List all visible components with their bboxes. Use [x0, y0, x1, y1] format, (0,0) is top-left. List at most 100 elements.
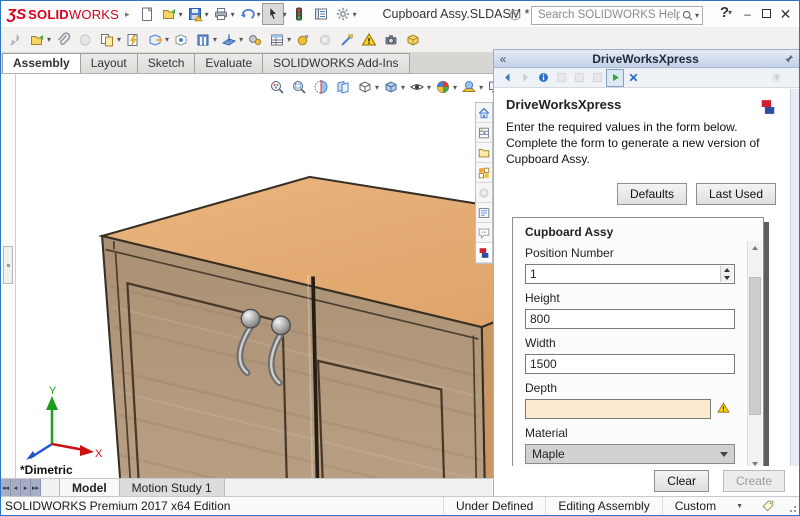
close-button[interactable]: ✕	[776, 6, 795, 23]
print-caret-icon[interactable]: ▾	[231, 10, 235, 19]
bill-of-materials-caret-icon[interactable]: ▾	[287, 35, 291, 44]
collapse-pane-icon[interactable]: «	[494, 52, 512, 66]
section-view-icon[interactable]	[310, 76, 332, 98]
taskpane-tab-view-palette[interactable]	[476, 163, 492, 183]
apply-scene-caret-icon[interactable]: ▾	[479, 83, 483, 92]
display-pane-icon[interactable]	[310, 3, 332, 25]
form-scrollbar[interactable]	[747, 241, 762, 466]
tab-solidworks-add-ins[interactable]: SOLIDWORKS Add-Ins	[262, 53, 409, 73]
last-used-button[interactable]: Last Used	[696, 183, 776, 205]
resize-grip[interactable]	[785, 497, 799, 515]
reference-geometry-icon[interactable]	[218, 29, 240, 51]
forward-icon[interactable]	[516, 69, 534, 87]
prev-tab-icon[interactable]: ◂	[11, 479, 21, 496]
spin-up-icon[interactable]	[721, 266, 733, 274]
hide-show-items-icon[interactable]	[406, 76, 428, 98]
field-input-position-number[interactable]: 1	[525, 264, 735, 284]
scroll-down-icon[interactable]	[748, 457, 762, 466]
mate-icon[interactable]	[52, 29, 74, 51]
tag-icon[interactable]	[761, 499, 775, 513]
defaults-button[interactable]: Defaults	[617, 183, 687, 205]
taskpane-tab-design-library[interactable]	[476, 123, 492, 143]
linear-component-pattern-caret-icon[interactable]: ▾	[117, 35, 121, 44]
edit-appearance-caret-icon[interactable]: ▾	[453, 83, 457, 92]
toolbar-flyout-icon[interactable]: ▸	[125, 9, 130, 20]
interference-detection-icon[interactable]	[358, 29, 380, 51]
bill-of-materials-icon[interactable]	[266, 29, 288, 51]
search-caret-icon[interactable]: ▾	[695, 11, 699, 20]
new-motion-study-icon[interactable]	[244, 29, 266, 51]
open-caret-icon[interactable]: ▾	[179, 10, 183, 19]
field-input-height[interactable]: 800	[525, 309, 735, 329]
featuremanager-collapsed-bar[interactable]	[1, 74, 16, 478]
field-select-material[interactable]: Maple	[525, 444, 735, 464]
bottom-tab-model[interactable]: Model	[59, 479, 120, 496]
view-orientation-caret-icon[interactable]: ▾	[375, 83, 379, 92]
explode-line-sketch-icon[interactable]	[336, 29, 358, 51]
options-caret-icon[interactable]: ▾	[353, 10, 357, 19]
pin-icon[interactable]	[779, 53, 799, 65]
select-caret-icon[interactable]: ▾	[283, 10, 287, 19]
help-search-box[interactable]: ▾	[531, 6, 703, 25]
edit-appearance-icon[interactable]	[432, 76, 454, 98]
rebuild-icon[interactable]	[288, 3, 310, 25]
view-orientation-icon[interactable]	[354, 76, 376, 98]
print-icon[interactable]	[210, 3, 232, 25]
tool-disabled-icon[interactable]	[314, 29, 336, 51]
insert-components-caret-icon[interactable]: ▾	[47, 35, 51, 44]
options-icon[interactable]	[332, 3, 354, 25]
smart-fasteners-icon[interactable]	[122, 29, 144, 51]
insert-components-icon[interactable]	[26, 29, 48, 51]
minimize-button[interactable]: –	[738, 7, 757, 21]
save-icon[interactable]	[184, 3, 206, 25]
taskpane-tab-home[interactable]	[476, 103, 492, 123]
information-icon[interactable]	[534, 69, 552, 87]
quick-tips-icon[interactable]: ?	[504, 4, 526, 26]
taskpane-tab-driveworksxpress[interactable]	[476, 243, 492, 263]
close-icon[interactable]	[624, 69, 642, 87]
tab-assembly[interactable]: Assembly	[2, 53, 81, 73]
undo-caret-icon[interactable]: ▾	[257, 10, 261, 19]
edit-component-icon[interactable]	[4, 29, 26, 51]
assembly-features-icon[interactable]	[192, 29, 214, 51]
search-input[interactable]	[538, 9, 680, 21]
field-input-width[interactable]: 1500	[525, 354, 735, 374]
display-style-icon[interactable]	[380, 76, 402, 98]
search-icon[interactable]	[680, 7, 696, 23]
display-style-caret-icon[interactable]: ▾	[401, 83, 405, 92]
maximize-button[interactable]	[757, 7, 776, 21]
zoom-area-icon[interactable]	[288, 76, 310, 98]
tab-sketch[interactable]: Sketch	[137, 53, 196, 73]
taskpane-tab-custom-properties[interactable]	[476, 203, 492, 223]
assembly-features-caret-icon[interactable]: ▾	[213, 35, 217, 44]
exploded-view-icon[interactable]	[402, 29, 424, 51]
status-caret-icon[interactable]: ▼	[736, 503, 743, 510]
open-icon[interactable]	[158, 3, 180, 25]
spinner-buttons[interactable]	[720, 266, 733, 282]
move-component-icon[interactable]	[144, 29, 166, 51]
disabled-1-icon[interactable]	[552, 69, 570, 87]
taskpane-scroll-strip[interactable]	[790, 89, 799, 466]
disabled-3-icon[interactable]	[588, 69, 606, 87]
tab-evaluate[interactable]: Evaluate	[194, 53, 263, 73]
featuremanager-splitter-handle[interactable]	[3, 246, 13, 284]
previous-view-icon[interactable]	[332, 76, 354, 98]
help-circle-icon[interactable]: ?	[767, 69, 785, 87]
new-document-icon[interactable]	[136, 3, 158, 25]
field-input-depth[interactable]	[525, 399, 711, 419]
scroll-thumb[interactable]	[749, 277, 761, 415]
apply-scene-icon[interactable]	[458, 76, 480, 98]
bottom-tab-motion-study-1[interactable]: Motion Study 1	[120, 479, 225, 496]
take-snapshot-icon[interactable]	[380, 29, 402, 51]
hide-show-items-caret-icon[interactable]: ▾	[427, 83, 431, 92]
zoom-fit-icon[interactable]	[266, 76, 288, 98]
reference-geometry-caret-icon[interactable]: ▾	[239, 35, 243, 44]
save-caret-icon[interactable]: ▾	[205, 10, 209, 19]
last-tab-icon[interactable]: ▸▸	[31, 479, 41, 496]
smart-mates-icon[interactable]	[292, 29, 314, 51]
first-tab-icon[interactable]: ◂◂	[1, 479, 11, 496]
show-hidden-components-icon[interactable]	[170, 29, 192, 51]
run-icon[interactable]	[606, 69, 624, 87]
taskpane-tab-forum[interactable]	[476, 223, 492, 243]
linear-component-pattern-icon[interactable]	[96, 29, 118, 51]
